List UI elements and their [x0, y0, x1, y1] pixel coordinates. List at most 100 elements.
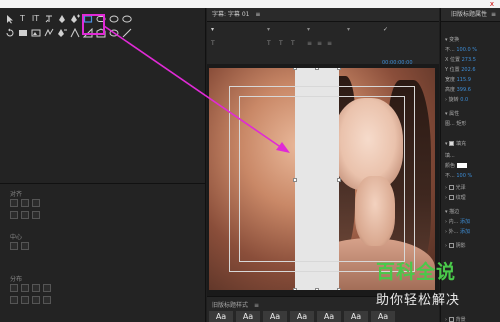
style-swatch[interactable]: Aa	[290, 311, 314, 322]
monitor-tab[interactable]: 字幕: 字幕 01 ≡	[207, 8, 439, 22]
bold-icon[interactable]: T	[267, 40, 271, 47]
distribute-bottom-icon[interactable]	[32, 296, 40, 304]
distribute-center-v-icon[interactable]	[21, 296, 29, 304]
center-h-icon[interactable]	[10, 242, 18, 250]
style-swatch[interactable]: Aa	[317, 311, 341, 322]
app-window: x T IT 对齐 中心 分布 字幕: 字幕 01 ≡ ▾ T ▾ ▾ ▾ T …	[0, 0, 500, 322]
arc-tool-icon[interactable]	[43, 27, 54, 38]
outer-stroke-row[interactable]: › 外... 添加	[445, 228, 470, 235]
close-icon[interactable]: x	[487, 0, 497, 8]
style-swatch[interactable]: Aa	[236, 311, 260, 322]
graphic-type-row[interactable]: 图... 矩形	[445, 120, 466, 127]
texture-row[interactable]: › 纹理	[445, 194, 466, 201]
align-right-icon[interactable]	[32, 199, 40, 207]
align-center-v-icon[interactable]	[21, 211, 29, 219]
underline-icon[interactable]: T	[291, 40, 295, 47]
resize-handle-tr[interactable]	[337, 68, 341, 70]
tab-stops-icon[interactable]: T	[211, 40, 215, 47]
stroke-section[interactable]: ▾ 描边	[445, 208, 459, 215]
x-position-value[interactable]: 273.5	[462, 57, 476, 63]
properties-menu-icon[interactable]: ≡	[491, 11, 496, 18]
distribute-space-v-icon[interactable]	[43, 296, 51, 304]
color-row[interactable]: 颜色	[445, 162, 467, 169]
italic-icon[interactable]: T	[279, 40, 283, 47]
clipped-rect-icon[interactable]	[121, 13, 132, 24]
height-value[interactable]: 399.6	[457, 87, 471, 93]
monitor-menu-icon[interactable]: ≡	[255, 11, 260, 18]
rotate-tool-icon[interactable]	[4, 27, 15, 38]
align-left-icon[interactable]	[10, 199, 18, 207]
vertical-type-tool-icon[interactable]: IT	[30, 13, 41, 24]
align-bottom-icon[interactable]	[32, 211, 40, 219]
ellipse-tool-icon[interactable]	[108, 13, 119, 24]
selection-tool-icon[interactable]	[4, 13, 15, 24]
distribute-top-icon[interactable]	[10, 296, 18, 304]
opacity-row[interactable]: 不... 100.0 %	[445, 46, 477, 53]
fill-row[interactable]: ▾ 填充	[445, 140, 466, 147]
style-swatch[interactable]: Aa	[209, 311, 233, 322]
height-row[interactable]: 高度 399.6	[445, 86, 471, 93]
width-row[interactable]: 宽度 115.9	[445, 76, 471, 83]
convert-anchor-icon[interactable]	[69, 27, 80, 38]
styles-menu-icon[interactable]: ≡	[254, 302, 259, 309]
distribute-center-h-icon[interactable]	[21, 284, 29, 292]
center-v-icon[interactable]	[21, 242, 29, 250]
area-type-tool-icon[interactable]	[43, 13, 54, 24]
align-text-center-icon[interactable]: ≡	[317, 40, 322, 47]
shadow-checkbox[interactable]	[448, 243, 454, 248]
shadow-row[interactable]: › 阴影	[445, 242, 466, 249]
monitor-toolbar: ▾ T ▾ ▾ ▾ T T T ≡ ≡ ≡ ✓ 00:00:00:00	[207, 22, 439, 66]
y-position-row[interactable]: Y 位置 202.6	[445, 66, 476, 73]
fill-opacity-row[interactable]: 不... 100 %	[445, 172, 472, 179]
resize-handle-bl[interactable]	[293, 288, 297, 290]
distribute-right-icon[interactable]	[32, 284, 40, 292]
color-swatch[interactable]	[456, 163, 467, 168]
y-position-value[interactable]: 202.6	[461, 67, 475, 73]
distribute-space-h-icon[interactable]	[43, 284, 51, 292]
resize-handle-tl[interactable]	[293, 68, 297, 70]
transform-label: 变换	[449, 37, 460, 43]
image-tool-icon[interactable]	[30, 27, 41, 38]
resize-handle-b[interactable]	[315, 288, 319, 290]
width-value[interactable]: 115.9	[457, 77, 471, 83]
font-style-dropdown[interactable]: ▾	[307, 26, 310, 33]
graphic-type-value[interactable]: 矩形	[456, 121, 466, 127]
new-title-icon[interactable]: ▾	[211, 26, 214, 33]
properties-tab[interactable]: 旧版标题属性 ≡	[441, 8, 500, 22]
rotation-row[interactable]: › 旋转 0.0	[445, 96, 468, 103]
font-family-dropdown[interactable]: ▾	[267, 26, 270, 33]
graphic-type-label: 图...	[445, 121, 455, 127]
fill-checkbox[interactable]	[449, 141, 455, 146]
sheen-row[interactable]: › 光泽	[445, 184, 466, 191]
resize-handle-br[interactable]	[337, 288, 341, 290]
fill-type-row[interactable]: 填...	[445, 152, 455, 159]
fill-opacity-value[interactable]: 100 %	[456, 173, 472, 179]
line-tool-icon[interactable]	[121, 27, 132, 38]
inner-stroke-add-link[interactable]: 添加	[460, 219, 470, 225]
font-size-field[interactable]: ▾	[347, 26, 350, 33]
x-position-row[interactable]: X 位置 273.5	[445, 56, 476, 63]
rounded-rect-2-icon[interactable]	[108, 27, 119, 38]
texture-checkbox[interactable]	[448, 195, 454, 200]
opacity-value[interactable]: 100.0 %	[456, 47, 477, 53]
path-type-icon[interactable]	[17, 27, 28, 38]
type-tool-icon[interactable]: T	[17, 13, 28, 24]
rectangle-tool-highlight	[82, 14, 105, 35]
pen-tool-icon[interactable]	[56, 13, 67, 24]
inner-stroke-row[interactable]: › 内... 添加	[445, 218, 470, 225]
style-swatch[interactable]: Aa	[263, 311, 287, 322]
align-text-right-icon[interactable]: ≡	[327, 40, 332, 47]
add-anchor-icon[interactable]	[69, 13, 80, 24]
align-text-left-icon[interactable]: ≡	[307, 40, 312, 47]
rotation-value[interactable]: 0.0	[460, 97, 468, 103]
show-video-checkbox[interactable]: ✓	[383, 26, 388, 33]
delete-anchor-icon[interactable]	[56, 27, 67, 38]
attributes-section[interactable]: ▾ 属性	[445, 110, 459, 117]
distribute-left-icon[interactable]	[10, 284, 18, 292]
sheen-checkbox[interactable]	[448, 185, 454, 190]
resize-handle-t[interactable]	[315, 68, 319, 70]
outer-stroke-add-link[interactable]: 添加	[460, 229, 470, 235]
align-center-h-icon[interactable]	[21, 199, 29, 207]
align-top-icon[interactable]	[10, 211, 18, 219]
transform-section[interactable]: ▾ 变换	[445, 36, 459, 43]
